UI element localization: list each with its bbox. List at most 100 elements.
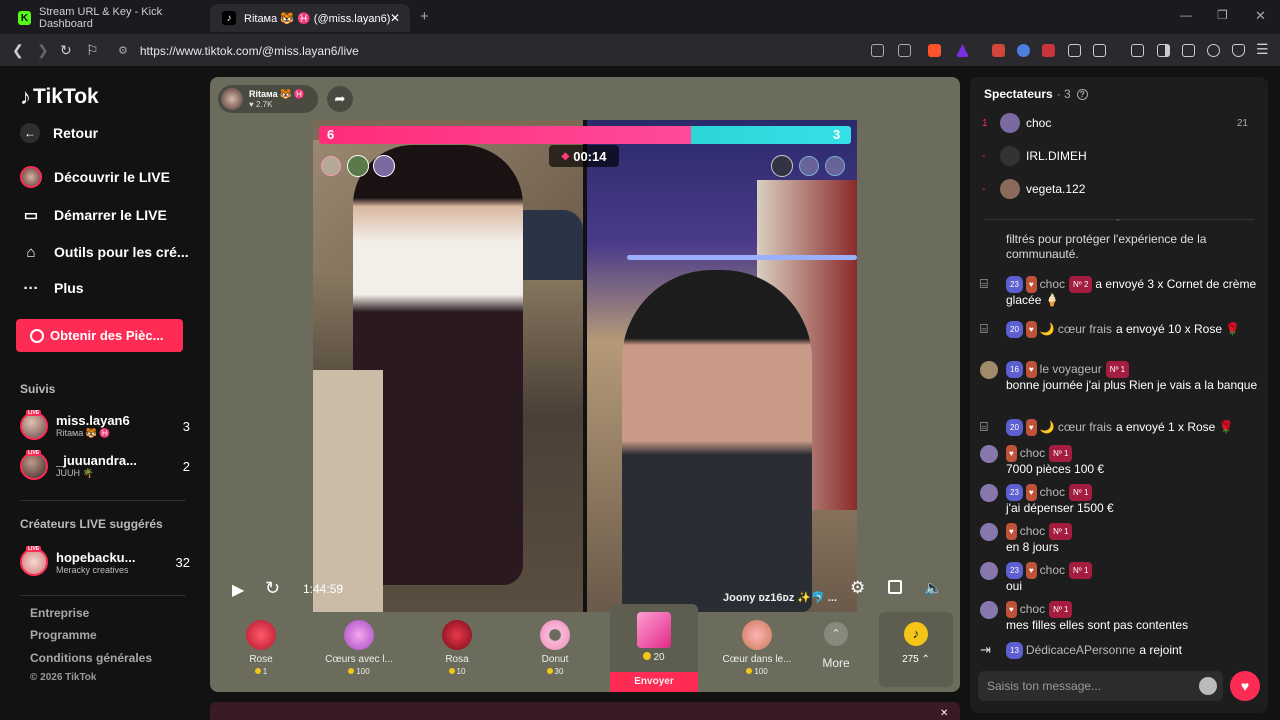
wallet-icon[interactable] — [1182, 44, 1195, 57]
extension-lock-icon[interactable] — [1042, 44, 1055, 57]
info-icon[interactable]: ? — [1076, 88, 1088, 100]
coin-balance-panel[interactable]: ♪ 275 ⌃ — [879, 612, 953, 687]
opponent-name[interactable]: Joony ᴅᴢ16ᴅᴢ ✨🐬 ... — [723, 591, 837, 604]
back-button[interactable]: ← Retour — [20, 123, 98, 143]
maximize-icon[interactable]: ❐ — [1217, 8, 1228, 22]
extensions-icon[interactable] — [1068, 44, 1081, 57]
screenshot-icon[interactable] — [1093, 44, 1106, 57]
footer-link-program[interactable]: Programme — [30, 628, 97, 642]
viewers-title: Spectateurs — [984, 87, 1053, 101]
message-text: a envoyé 10 x Rose 🌹 — [1115, 322, 1241, 336]
translate-icon[interactable] — [871, 44, 884, 57]
bookmark-icon[interactable]: ⚐ — [86, 42, 99, 59]
chat-avatar[interactable] — [980, 484, 998, 502]
gift-hearts[interactable]: Cœurs avec l... 100 — [314, 612, 404, 692]
chat-username[interactable]: choc — [1020, 446, 1045, 460]
chat-username[interactable]: choc — [1040, 277, 1065, 291]
close-window-icon[interactable]: ✕ — [1255, 8, 1266, 24]
vpn-icon[interactable] — [1232, 44, 1245, 57]
back-arrow-icon[interactable]: ❮ — [12, 42, 24, 59]
share-icon[interactable] — [898, 44, 911, 57]
gift-icon: ⌸ — [980, 276, 988, 291]
chat-username[interactable]: choc — [1020, 602, 1045, 616]
top-gifter-avatar[interactable] — [347, 155, 369, 177]
gift-name: Donut — [541, 654, 569, 665]
get-coins-button[interactable]: Obtenir des Pièc... — [16, 319, 183, 352]
chat-avatar[interactable] — [980, 523, 998, 541]
chat-username[interactable]: DédicaceAPersonne — [1026, 643, 1135, 657]
gift-heart-hands[interactable]: Cœur dans le... 100 — [712, 612, 802, 692]
gift-rosa[interactable]: Rosa 10 — [417, 612, 497, 692]
tools-icon: ⌂ — [26, 243, 36, 261]
menu-icon[interactable]: ☰ — [1256, 41, 1269, 58]
extension-red-icon[interactable] — [992, 44, 1005, 57]
reload-icon[interactable]: ↻ — [60, 42, 72, 59]
emoji-icon[interactable] — [1199, 677, 1217, 695]
top-gifter-slot[interactable] — [799, 156, 819, 176]
viewer-row[interactable]: - vegeta.122 — [982, 179, 1262, 199]
music-icon[interactable] — [1131, 44, 1144, 57]
more-gifts-button[interactable]: ⌃ More — [811, 612, 861, 692]
chat-avatar[interactable] — [980, 601, 998, 619]
collapse-chevron-icon[interactable]: ⌄ — [1114, 213, 1122, 224]
chat-username[interactable]: choc — [1040, 563, 1065, 577]
avatar: LIVE — [20, 450, 48, 480]
top-gifter-slot[interactable] — [825, 156, 845, 176]
banner-close-icon[interactable]: ✕ — [940, 708, 948, 719]
browser-tab-kick[interactable]: K Stream URL & Key - Kick Dashboard — [6, 4, 206, 32]
rank-badge: Nº 1 — [1069, 562, 1093, 579]
minimize-icon[interactable]: — — [1180, 8, 1192, 22]
chat-input[interactable]: Saisis ton message... — [978, 671, 1223, 701]
followed-item[interactable]: LIVE miss.layan6 Ritaмa 🐯 ♓ 3 — [20, 410, 190, 440]
close-tab-icon[interactable]: ✕ — [390, 11, 400, 25]
chat-gift-message: ⌸ 20 ♥ 🌙 cœur frais a envoyé 1 x Rose 🌹 — [980, 419, 1260, 436]
host-info-pill[interactable]: Ritaмa 🐯 ♓ ♥ 2.7K — [218, 85, 318, 113]
fullscreen-icon[interactable] — [888, 580, 902, 594]
footer-link-terms[interactable]: Conditions générales — [30, 651, 152, 665]
viewer-row[interactable]: 1 choc 21 — [982, 113, 1262, 133]
share-button[interactable]: ➦ — [327, 86, 353, 112]
leo-ai-icon[interactable] — [1207, 44, 1220, 57]
site-info-icon[interactable]: ⚙ — [118, 44, 128, 57]
volume-icon[interactable]: 🔈 — [924, 579, 943, 597]
play-icon[interactable]: ▶ — [232, 580, 244, 600]
nav-label: Plus — [54, 280, 84, 296]
replay-icon[interactable]: ↻ — [265, 578, 280, 599]
top-gifter-avatar[interactable] — [373, 155, 395, 177]
chat-username[interactable]: le voyageur — [1040, 362, 1102, 376]
sidebar-toggle-icon[interactable] — [1157, 44, 1170, 57]
send-button[interactable]: Envoyer — [610, 672, 698, 692]
chat-username[interactable]: 🌙 cœur frais — [1040, 420, 1112, 434]
settings-icon[interactable]: ⚙ — [850, 578, 865, 598]
extension-blue-icon[interactable] — [1017, 44, 1030, 57]
chat-avatar[interactable] — [980, 562, 998, 580]
footer-link-business[interactable]: Entreprise — [30, 606, 89, 620]
url-field[interactable]: ⚙ https://www.tiktok.com/@miss.layan6/li… — [110, 39, 920, 62]
suggested-item[interactable]: LIVE hopebacku... Meracky creatives 32 — [20, 546, 190, 576]
chat-username[interactable]: choc — [1040, 485, 1065, 499]
chat-avatar[interactable] — [980, 445, 998, 463]
browser-tab-tiktok[interactable]: ♪ Ritaмa 🐯 ♓ (@miss.layan6) est ✕ — [210, 4, 410, 32]
gift-selected[interactable]: 20 Envoyer — [610, 604, 698, 692]
tiktok-logo[interactable]: ♪ TikTok — [20, 84, 99, 110]
top-gifter-avatar[interactable] — [771, 155, 793, 177]
battle-video[interactable]: 6 3 ◆ 00:14 Joony ᴅᴢ16ᴅᴢ ✨🐬 ... — [313, 120, 857, 612]
nav-discover-live[interactable]: Découvrir le LIVE — [20, 166, 170, 188]
nav-more[interactable]: ··· Plus — [20, 277, 84, 299]
like-button[interactable]: ♥ — [1230, 671, 1260, 701]
nav-creator-tools[interactable]: ⌂ Outils pour les cré... — [20, 241, 188, 263]
tiktok-coin-icon: ♪ — [904, 622, 928, 646]
forward-arrow-icon[interactable]: ❯ — [37, 42, 49, 59]
viewer-row[interactable]: - IRL.DIMEH — [982, 146, 1262, 166]
new-tab-button[interactable]: + — [420, 8, 429, 25]
followed-item[interactable]: LIVE _juuuandra... JUUH 🌴 2 — [20, 450, 190, 480]
chat-avatar[interactable] — [980, 361, 998, 379]
brave-rewards-icon[interactable] — [956, 44, 969, 57]
chat-username[interactable]: 🌙 cœur frais — [1040, 322, 1112, 336]
nav-start-live[interactable]: ▭ Démarrer le LIVE — [20, 204, 167, 226]
gift-donut[interactable]: Donut 30 — [515, 612, 595, 692]
chat-username[interactable]: choc — [1020, 524, 1045, 538]
top-gifter-slot[interactable] — [321, 156, 341, 176]
gift-rose[interactable]: Rose 1 — [221, 612, 301, 692]
brave-shield-icon[interactable] — [928, 44, 941, 57]
